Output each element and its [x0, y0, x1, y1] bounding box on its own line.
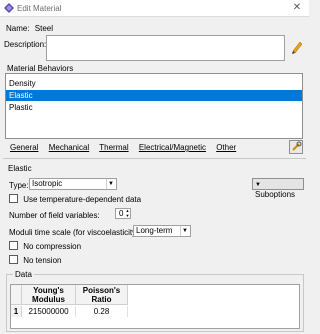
menu-other[interactable]: Other — [216, 143, 236, 152]
pencil-edit-icon[interactable] — [291, 40, 303, 54]
column-header-poissons-ratio[interactable]: Poisson's Ratio — [76, 285, 128, 305]
field-variables-value: 0 — [119, 209, 124, 218]
data-table[interactable]: Young's Modulus Poisson's Ratio 1 215000… — [10, 284, 300, 329]
data-group-label: Data — [13, 270, 34, 279]
use-temp-row: Use temperature-dependent data — [9, 194, 142, 205]
moduli-time-scale-select[interactable]: Long-term ▼ — [133, 225, 191, 237]
type-select[interactable]: Isotropic ▼ — [29, 178, 117, 190]
title-bar: Edit Material ✕ — [0, 0, 309, 17]
field-variables-spinner[interactable]: 0 ▲ ▼ — [115, 208, 131, 219]
no-tension-checkbox[interactable] — [9, 255, 18, 265]
field-variables-label: Number of field variables: — [9, 211, 100, 220]
behavior-density[interactable]: Density — [6, 78, 302, 89]
suboptions-label: Suboptions — [255, 190, 296, 199]
behavior-plastic[interactable]: Plastic — [6, 102, 302, 113]
cell-poissons-ratio[interactable]: 0.28 — [76, 306, 128, 317]
material-behaviors-list[interactable]: Density Elastic Plastic — [5, 73, 303, 139]
wrench-icon — [292, 141, 302, 151]
behavior-menu-bar: General Mechanical Thermal Electrical/Ma… — [10, 143, 244, 154]
material-name-value: Steel — [34, 24, 54, 33]
suboptions-button[interactable]: ▼ Suboptions — [252, 178, 304, 199]
chevron-down-icon: ▼ — [180, 226, 189, 236]
moduli-time-scale-value: Long-term — [136, 226, 173, 235]
table-corner — [11, 285, 22, 305]
section-divider — [3, 158, 306, 159]
material-app-icon — [4, 3, 14, 13]
no-tension-label: No tension — [23, 256, 62, 265]
chevron-down-icon: ▼ — [106, 179, 115, 189]
use-temp-checkbox[interactable] — [9, 194, 18, 204]
column-header-youngs-modulus[interactable]: Young's Modulus — [22, 285, 76, 305]
row-number: 1 — [11, 306, 22, 317]
menu-thermal[interactable]: Thermal — [99, 143, 128, 152]
menu-mechanical[interactable]: Mechanical — [49, 143, 89, 152]
material-name-row: Name: Steel — [6, 24, 53, 33]
type-select-value: Isotropic — [32, 179, 63, 188]
spinner-arrows-icon[interactable]: ▲ ▼ — [125, 208, 130, 218]
no-tension-row: No tension — [9, 255, 62, 266]
use-temp-label: Use temperature-dependent data — [23, 195, 142, 204]
moduli-time-scale-label: Moduli time scale (for viscoelasticity): — [9, 228, 142, 237]
description-field[interactable] — [46, 35, 285, 61]
name-label: Name: — [6, 24, 30, 33]
wrench-button[interactable] — [289, 140, 303, 154]
no-compression-row: No compression — [9, 241, 82, 252]
no-compression-label: No compression — [23, 242, 82, 251]
description-label: Description: — [4, 40, 47, 49]
menu-general[interactable]: General — [10, 143, 38, 152]
elastic-section-title: Elastic — [8, 164, 32, 173]
window-title: Edit Material — [17, 4, 62, 13]
type-label: Type: — [9, 181, 29, 190]
material-behaviors-label: Material Behaviors — [7, 64, 74, 73]
behavior-elastic[interactable]: Elastic — [6, 90, 302, 101]
cell-youngs-modulus[interactable]: 215000000 — [22, 306, 76, 317]
triangle-down-icon: ▼ — [255, 182, 261, 188]
no-compression-checkbox[interactable] — [9, 241, 18, 251]
menu-electrical-magnetic[interactable]: Electrical/Magnetic — [139, 143, 206, 152]
close-icon[interactable]: ✕ — [290, 2, 304, 14]
